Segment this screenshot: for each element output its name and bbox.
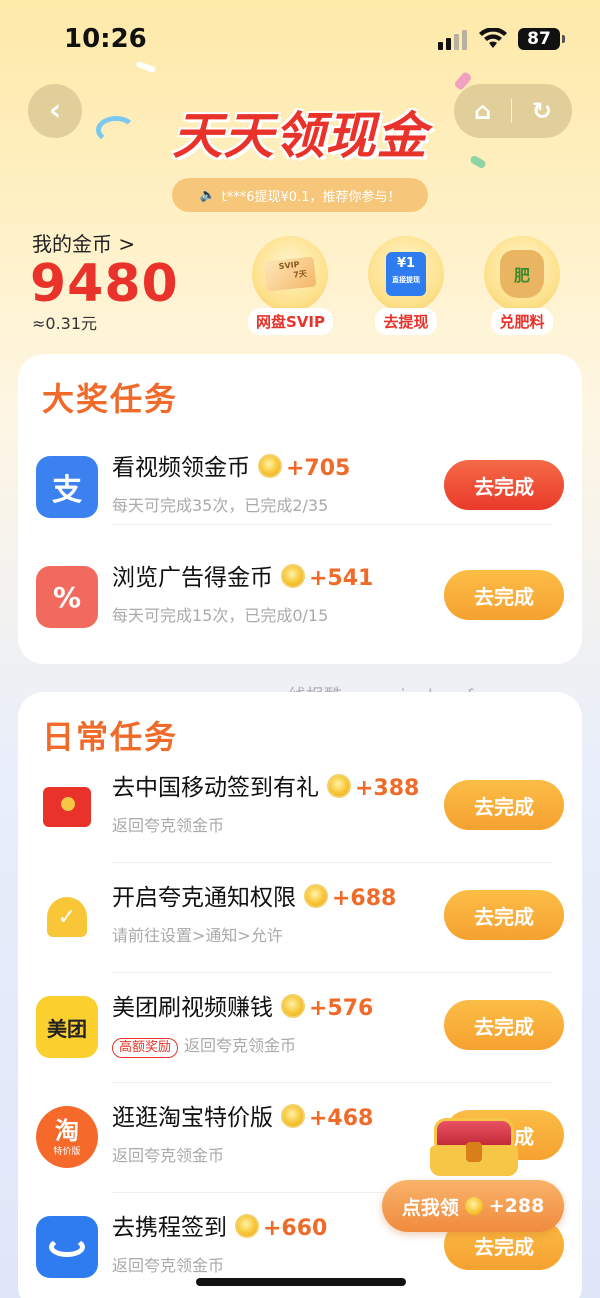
back-button[interactable]: ‹ [28,84,82,138]
task-subtitle: 每天可完成15次，已完成0/15 [112,606,329,625]
big-tasks-title: 大奖任务 [42,380,179,418]
task-name: 看视频领金币 +705 [112,454,351,481]
shortcut-label: 兑肥料 [491,308,553,335]
task-row: 美团 美团刷视频赚钱 +576 高额奖励 返回夸克领金币 去完成 [18,974,582,1084]
divider [112,524,552,525]
home-indicator[interactable] [196,1278,406,1286]
divider [112,862,552,863]
svip-card-art-days: 7天 [292,269,308,280]
cash-withdraw-icon: ¥1 直接提现 [368,236,444,312]
cellular-signal-icon [438,30,467,50]
coin-icon [281,564,305,588]
complete-task-button[interactable]: 去完成 [444,780,564,830]
task-subtitle: 返回夸克领金币 [112,816,225,835]
task-row: 支 看视频领金币 +705 每天可完成35次，已完成2/35 去完成 [18,434,582,544]
high-reward-badge: 高额奖励 [112,1038,179,1058]
svip-card-icon: SVIP 7天 [252,236,328,312]
notice-banner: 🔈 t***6提现¥0.1，推荐你参与！ [172,178,428,212]
coin-icon [258,454,282,478]
task-name: 去中国移动签到有礼 +388 [112,774,420,801]
big-tasks-card: 大奖任务 支 看视频领金币 +705 每天可完成35次，已完成2/35 去完成 %… [18,354,582,664]
daily-tasks-title: 日常任务 [42,718,179,756]
task-subtitle: 每天可完成35次，已完成2/35 [112,496,329,515]
task-row: % 浏览广告得金币 +541 每天可完成15次，已完成0/15 去完成 [18,544,582,654]
shortcut-label: 网盘SVIP [248,308,333,335]
task-subtitle: 返回夸克领金币 [112,1256,225,1275]
status-bar: 10:26 87 [0,0,600,80]
shopping-bag-icon: % [36,566,98,628]
red-envelope-icon [36,776,98,838]
speaker-icon: 🔈 [199,187,216,203]
claim-reward: +288 [488,1195,545,1217]
task-name: 浏览广告得金币 +541 [112,564,374,591]
page-title: 天天领现金 [172,107,428,165]
task-name: 去携程签到 +660 [112,1214,328,1241]
confetti-decoration [469,154,487,170]
divider [112,972,552,973]
wifi-icon [479,28,507,48]
shortcut-fertilizer[interactable]: 肥 兑肥料 [480,236,564,335]
claim-reward-button[interactable]: 点我领 +288 [382,1180,564,1232]
coin-icon [464,1197,483,1215]
taobao-icon: 淘 特价版 [36,1106,98,1168]
refresh-icon[interactable]: ↻ [532,97,552,125]
shortcut-label: 去提现 [375,308,437,335]
chevron-left-icon: ‹ [48,93,62,128]
coin-icon [304,884,328,908]
coin-icon [235,1214,259,1238]
ctrip-icon [36,1216,98,1278]
task-name: 逛逛淘宝特价版 +468 [112,1104,374,1131]
capsule-divider [511,99,513,123]
complete-task-button[interactable]: 去完成 [444,570,564,620]
task-name: 开启夸克通知权限 +688 [112,884,397,911]
nav-capsule: ⌂ ↻ [454,84,572,138]
meituan-icon: 美团 [36,996,98,1058]
shortcut-svip[interactable]: SVIP 7天 网盘SVIP [248,236,333,335]
bell-icon: ✓ [36,886,98,948]
claim-label: 点我领 [401,1196,459,1219]
status-time: 10:26 [64,24,147,54]
fertilizer-sack-icon: 肥 [484,236,560,312]
coin-icon [281,1104,305,1128]
coin-icon [281,994,305,1018]
confetti-decoration [96,116,136,144]
battery-icon: 87 [518,28,565,50]
my-coins-link[interactable]: 我的金币 > [32,228,135,257]
task-subtitle: 返回夸克领金币 [112,1146,225,1165]
coins-cash-equivalent: ≈0.31元 [32,314,98,333]
cash-card-caption: 直接提现 [392,276,420,284]
complete-task-button[interactable]: 去完成 [444,890,564,940]
alipay-icon: 支 [36,456,98,518]
task-row: ✓ 开启夸克通知权限 +688 请前往设置>通知>允许 去完成 [18,864,582,974]
divider [112,1082,552,1083]
treasure-chest-icon[interactable] [428,1118,520,1178]
task-row: 去中国移动签到有礼 +388 返回夸克领金币 去完成 [18,754,582,864]
cash-card-amount: ¥1 [396,256,416,271]
complete-task-button[interactable]: 去完成 [444,1000,564,1050]
task-subtitle: 请前往设置>通知>允许 [112,926,283,945]
complete-task-button[interactable]: 去完成 [444,460,564,510]
add-to-home-icon[interactable]: ⌂ [474,97,491,125]
sack-art-text: 肥 [500,250,544,298]
task-subtitle: 高额奖励 返回夸克领金币 [112,1032,296,1058]
task-name: 美团刷视频赚钱 +576 [112,994,374,1021]
notice-text: t***6提现¥0.1，推荐你参与！ [221,189,401,205]
shortcut-withdraw[interactable]: ¥1 直接提现 去提现 [364,236,448,335]
coin-icon [327,774,351,798]
coins-balance: 9480 [30,254,179,314]
